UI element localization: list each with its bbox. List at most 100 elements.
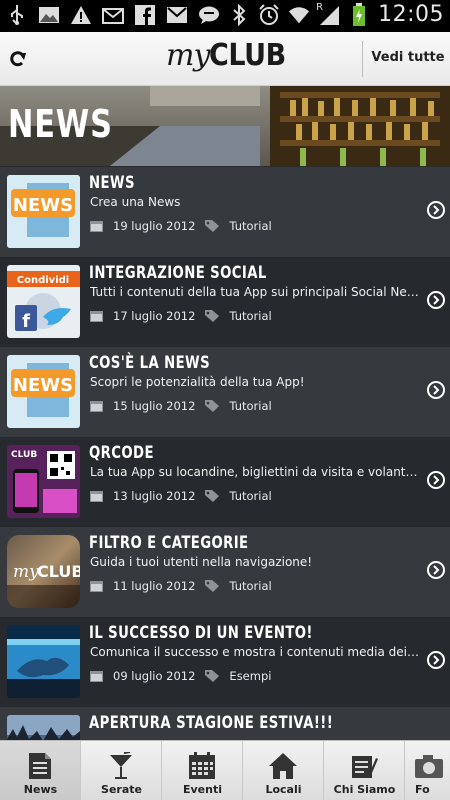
calendar-icon xyxy=(90,401,103,412)
tag-icon xyxy=(205,400,220,412)
item-subtitle: Crea una News xyxy=(90,195,181,209)
bluetooth-icon xyxy=(228,3,250,26)
item-date: 19 luglio 2012 xyxy=(113,219,196,233)
refresh-icon xyxy=(10,51,26,67)
tab-news[interactable]: News xyxy=(0,741,81,800)
tab-chi-siamo[interactable]: Chi Siamo xyxy=(324,741,405,800)
app-header: my CLUB Vedi tutte xyxy=(0,32,450,86)
chevron-right-icon[interactable] xyxy=(427,561,445,579)
see-all-button[interactable]: Vedi tutte xyxy=(370,50,446,65)
item-meta: 11 luglio 2012 Tutorial xyxy=(90,579,272,593)
chevron-right-icon[interactable] xyxy=(427,651,445,669)
tab-label: Eventi xyxy=(182,783,222,796)
tab-bar: News Serate Eventi Locali Chi Siamo Fo xyxy=(0,740,450,800)
item-title: IL SUCCESSO DI UN EVENTO! xyxy=(89,623,313,643)
thumb-label: CLUB xyxy=(11,450,37,460)
news-thumbnail xyxy=(7,715,80,740)
myclub-thumbnail-image: my CLUB xyxy=(7,535,80,608)
chat-icon xyxy=(198,4,220,26)
social-thumbnail-image: Condividi f xyxy=(7,265,80,338)
calendar-icon xyxy=(186,751,218,781)
item-meta: 17 luglio 2012 Tutorial xyxy=(90,309,272,323)
tag-icon xyxy=(205,310,220,322)
facebook-icon xyxy=(134,4,156,26)
item-title: APERTURA STAGIONE ESTIVA!!! xyxy=(89,713,334,733)
warning-icon xyxy=(70,4,92,26)
calendar-icon xyxy=(90,671,103,682)
list-item[interactable]: my CLUB FILTRO E CATEGORIE Guida i tuoi … xyxy=(0,527,450,617)
banner-title: NEWS xyxy=(8,102,113,146)
usb-icon xyxy=(6,4,28,26)
news-thumbnail: NEWS xyxy=(7,175,80,248)
item-date: 15 luglio 2012 xyxy=(113,399,196,413)
tab-label: Fo xyxy=(415,783,430,796)
item-meta: 15 luglio 2012 Tutorial xyxy=(90,399,272,413)
item-category: Tutorial xyxy=(229,219,272,233)
news-thumbnail: NEWS xyxy=(7,355,80,428)
news-list[interactable]: NEWS NEWS Crea una News 19 luglio 2012 T… xyxy=(0,167,450,740)
calendar-icon xyxy=(90,221,103,232)
thumb-label: NEWS xyxy=(13,195,73,216)
item-subtitle: La tua App su locandine, bigliettini da … xyxy=(90,465,420,479)
item-meta: 19 luglio 2012 Tutorial xyxy=(90,219,272,233)
item-date: 11 luglio 2012 xyxy=(113,579,196,593)
qrcode-thumbnail-image: CLUB xyxy=(7,445,80,518)
tab-serate[interactable]: Serate xyxy=(81,741,162,800)
list-item[interactable]: NEWS COS'È LA NEWS Scopri le potenzialit… xyxy=(0,347,450,437)
tab-foto[interactable]: Fo xyxy=(405,741,450,800)
battery-charging-icon xyxy=(348,2,370,26)
item-date: 17 luglio 2012 xyxy=(113,309,196,323)
news-thumbnail: CLUB xyxy=(7,445,80,518)
item-title: INTEGRAZIONE SOCIAL xyxy=(89,263,267,283)
tab-eventi[interactable]: Eventi xyxy=(162,741,243,800)
chevron-right-icon[interactable] xyxy=(427,291,445,309)
status-bar: R 12:05 xyxy=(0,0,450,32)
item-meta: 09 luglio 2012 Esempi xyxy=(90,669,271,683)
item-category: Tutorial xyxy=(229,399,272,413)
list-item[interactable]: CLUB QRCODE La tua App su locandine, big… xyxy=(0,437,450,527)
thumb-label: NEWS xyxy=(13,375,73,396)
chevron-right-icon[interactable] xyxy=(427,381,445,399)
signal-icon: R xyxy=(316,1,340,26)
roaming-indicator: R xyxy=(316,1,324,13)
wifi-icon xyxy=(288,4,310,26)
system-icons: R 12:05 xyxy=(228,2,444,27)
chevron-right-icon[interactable] xyxy=(427,201,445,219)
list-item[interactable]: NEWS NEWS Crea una News 19 luglio 2012 T… xyxy=(0,167,450,257)
item-category: Tutorial xyxy=(229,309,272,323)
item-meta: 13 luglio 2012 Tutorial xyxy=(90,489,272,503)
list-item[interactable]: Condividi f INTEGRAZIONE SOCIAL Tutti i … xyxy=(0,257,450,347)
tab-label: Serate xyxy=(101,783,142,796)
tag-icon xyxy=(205,580,220,592)
calendar-icon xyxy=(90,581,103,592)
item-category: Esempi xyxy=(229,669,272,683)
thumb-label: Condividi xyxy=(17,275,69,286)
item-title: COS'È LA NEWS xyxy=(89,353,211,373)
item-subtitle: Comunica il successo e mostra i contenut… xyxy=(90,645,420,659)
clock: 12:05 xyxy=(378,2,444,27)
item-subtitle: Tutti i contenuti della tua App sui prin… xyxy=(90,285,420,299)
logo-club: CLUB xyxy=(209,38,287,73)
crowd-thumbnail-image xyxy=(7,715,80,740)
image-icon xyxy=(38,4,60,26)
item-date: 13 luglio 2012 xyxy=(113,489,196,503)
thumb-label-my: my xyxy=(13,562,39,582)
tab-locali[interactable]: Locali xyxy=(243,741,324,800)
chevron-right-icon[interactable] xyxy=(427,471,445,489)
tab-label: News xyxy=(23,783,58,796)
list-item[interactable]: APERTURA STAGIONE ESTIVA!!! xyxy=(0,707,450,740)
refresh-button[interactable] xyxy=(4,45,32,73)
app-logo: my CLUB xyxy=(166,38,295,78)
notification-icons xyxy=(6,4,220,26)
tab-label: Chi Siamo xyxy=(333,783,396,796)
calendar-icon xyxy=(90,311,103,322)
item-title: FILTRO E CATEGORIE xyxy=(89,533,249,553)
list-item[interactable]: IL SUCCESSO DI UN EVENTO! Comunica il su… xyxy=(0,617,450,707)
news-thumbnail xyxy=(7,625,80,698)
news-document-icon xyxy=(24,751,56,781)
tag-icon xyxy=(205,490,220,502)
item-title: NEWS xyxy=(89,173,135,193)
camera-icon xyxy=(413,751,445,781)
house-icon xyxy=(267,751,299,781)
alarm-icon xyxy=(258,3,280,26)
